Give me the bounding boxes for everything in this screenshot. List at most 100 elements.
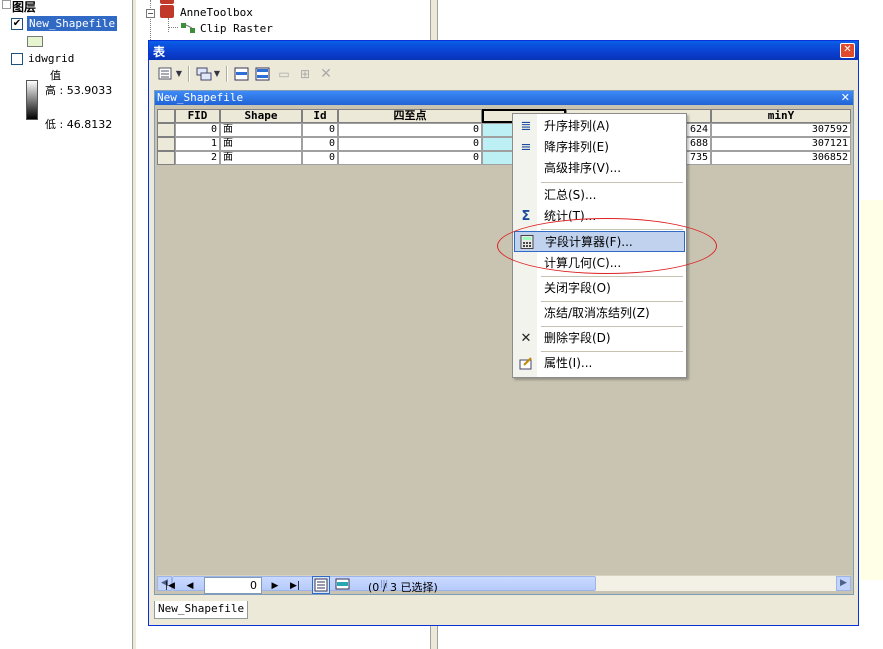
toolbox-anne[interactable]: AnneToolbox (180, 6, 253, 19)
column-context-menu: ≣ 升序排列(A) ≡ 降序排列(E) 高级排序(V)... 汇总(S)... … (512, 113, 687, 378)
expand-icon[interactable]: − (146, 9, 155, 18)
cell-miny[interactable]: 306852 (711, 151, 851, 165)
cell-miny[interactable]: 307121 (711, 137, 851, 151)
subwindow-title-bar: New_Shapefile ✕ (155, 91, 853, 105)
table-window: 表 ✕ ▼ ▼ ▭ ⊞ ✕ New_Shapefile ✕ FID Shape … (148, 40, 859, 626)
menu-item-label: 升序排列(A) (544, 119, 610, 133)
sort-descending-icon: ≡ (520, 140, 532, 155)
ramp-high-label: 高 : 53.9033 (45, 84, 113, 97)
window-title-bar[interactable]: 表 ✕ (149, 41, 858, 60)
menu-item-label: 冻结/取消冻结列(Z) (544, 306, 650, 320)
collapse-icon[interactable] (2, 0, 11, 9)
cell-shape[interactable]: 面 (220, 123, 302, 137)
related-tables-icon[interactable] (194, 65, 214, 83)
window-title: 表 (153, 45, 166, 59)
close-button[interactable]: ✕ (840, 43, 855, 58)
menu-freeze-column[interactable]: 冻结/取消冻结列(Z) (514, 303, 685, 324)
properties-icon (518, 356, 534, 371)
menu-field-calculator[interactable]: 字段计算器(F)... (514, 231, 685, 252)
menu-statistics[interactable]: Σ 统计(T)... (514, 206, 685, 227)
menu-item-label: 字段计算器(F)... (545, 235, 633, 249)
select-by-attributes-icon[interactable] (232, 65, 252, 83)
sort-ascending-icon: ≣ (520, 119, 532, 134)
table-tab-strip: New_Shapefile (154, 601, 854, 621)
cell-shape[interactable]: 面 (220, 137, 302, 151)
clear-selection-icon[interactable]: ▭ (274, 65, 294, 83)
menu-properties[interactable]: 属性(I)... (514, 353, 685, 374)
layer-visibility-checkbox[interactable]: ✔ (11, 18, 23, 30)
ramp-title: 值 (50, 69, 61, 82)
cell-id[interactable]: 0 (302, 151, 338, 165)
menu-item-label: 汇总(S)... (544, 188, 597, 202)
cell-id[interactable]: 0 (302, 137, 338, 151)
menu-item-label: 关闭字段(O) (544, 281, 611, 295)
show-all-records-icon[interactable] (312, 576, 330, 594)
toc-root-label: 图层 (12, 0, 37, 14)
previous-record-icon[interactable]: ◀ (183, 579, 197, 593)
toolbox-icon (160, 0, 174, 4)
table-toolbar: ▼ ▼ ▭ ⊞ ✕ (152, 62, 855, 88)
row-selector[interactable] (157, 137, 175, 151)
menu-delete-field[interactable]: ✕ 删除字段(D) (514, 328, 685, 349)
column-header-miny[interactable]: minY (711, 109, 851, 123)
record-navigation-bar: |◀ ◀ 0 ▶ ▶| (0 / 3 已选择) (154, 573, 854, 599)
column-header-shape[interactable]: Shape (220, 109, 302, 123)
chevron-down-icon[interactable]: ▼ (212, 65, 222, 83)
menu-item-label: 降序排列(E) (544, 140, 609, 154)
menu-item-label: 属性(I)... (544, 356, 593, 370)
chevron-down-icon[interactable]: ▼ (174, 65, 184, 83)
cell-miny[interactable]: 307592 (711, 123, 851, 137)
close-icon[interactable]: ✕ (841, 91, 850, 105)
show-selected-records-icon[interactable] (334, 576, 352, 594)
corner-header[interactable] (157, 109, 175, 123)
table-options-icon[interactable] (156, 65, 176, 83)
layer-visibility-checkbox[interactable] (11, 53, 23, 65)
menu-advanced-sort[interactable]: 高级排序(V)... (514, 158, 685, 179)
menu-item-label: 高级排序(V)... (544, 161, 622, 175)
polygon-symbol-swatch[interactable] (27, 36, 43, 47)
menu-turn-field-off[interactable]: 关闭字段(O) (514, 278, 685, 299)
delete-selected-icon[interactable]: ✕ (316, 65, 336, 83)
tool-clip-raster[interactable]: Clip Raster (200, 22, 273, 35)
map-view[interactable] (858, 200, 883, 580)
menu-item-label: 计算几何(C)... (544, 256, 622, 270)
column-header-sizhi[interactable]: 四至点 (338, 109, 482, 123)
delete-icon: ✕ (520, 331, 532, 346)
layer-idwgrid[interactable]: idwgrid (28, 52, 74, 65)
record-number-input[interactable]: 0 (204, 577, 262, 594)
switch-selection-icon[interactable] (253, 65, 273, 83)
cell-shape[interactable]: 面 (220, 151, 302, 165)
cell-fid[interactable]: 1 (175, 137, 220, 151)
cell-fid[interactable]: 0 (175, 123, 220, 137)
cell-id[interactable]: 0 (302, 123, 338, 137)
menu-item-label: 删除字段(D) (544, 331, 611, 345)
sigma-icon: Σ (521, 209, 531, 224)
first-record-icon[interactable]: |◀ (163, 579, 177, 593)
last-record-icon[interactable]: ▶| (288, 579, 302, 593)
selection-status: (0 / 3 已选择) (368, 581, 438, 594)
tool-icon (180, 22, 196, 34)
menu-calculate-geometry[interactable]: 计算几何(C)... (514, 253, 685, 274)
toolbox-icon (160, 5, 174, 18)
layer-new-shapefile[interactable]: New_Shapefile (27, 16, 118, 31)
column-header-id[interactable]: Id (302, 109, 338, 123)
table-subwindow: New_Shapefile ✕ FID Shape Id 四至点 minY 0 … (154, 90, 854, 595)
subwindow-title: New_Shapefile (157, 91, 244, 104)
color-ramp (26, 80, 38, 120)
cell-fid[interactable]: 2 (175, 151, 220, 165)
tab-new-shapefile[interactable]: New_Shapefile (154, 601, 249, 619)
table-of-contents: 图层 ✔ New_Shapefile idwgrid 值 高 : 53.9033… (0, 0, 136, 649)
row-selector[interactable] (157, 123, 175, 137)
ramp-low-label: 低 : 46.8132 (45, 118, 113, 131)
menu-sort-ascending[interactable]: ≣ 升序排列(A) (514, 116, 685, 137)
row-selector[interactable] (157, 151, 175, 165)
calculator-icon (519, 235, 535, 250)
menu-summarize[interactable]: 汇总(S)... (514, 185, 685, 206)
menu-sort-descending[interactable]: ≡ 降序排列(E) (514, 137, 685, 158)
zoom-to-selected-icon[interactable]: ⊞ (295, 65, 315, 83)
cell-sizhi[interactable]: 0 (338, 123, 482, 137)
cell-sizhi[interactable]: 0 (338, 151, 482, 165)
cell-sizhi[interactable]: 0 (338, 137, 482, 151)
column-header-fid[interactable]: FID (175, 109, 220, 123)
next-record-icon[interactable]: ▶ (268, 579, 282, 593)
